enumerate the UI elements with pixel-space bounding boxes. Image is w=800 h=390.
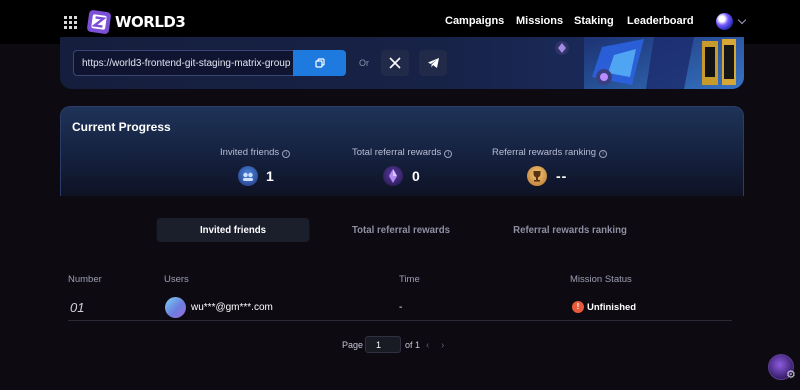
telegram-icon [427, 58, 439, 68]
logo-text: WORLD3 [115, 13, 186, 31]
world3-logo-icon [87, 10, 111, 34]
tab-invited-friends[interactable]: Invited friends [156, 218, 310, 242]
share-x-button[interactable] [381, 50, 409, 76]
info-icon[interactable]: i [599, 150, 608, 158]
previous-page-icon[interactable]: ‹ [426, 340, 429, 351]
next-page-icon[interactable]: › [441, 340, 444, 351]
nav-staking[interactable]: Staking [574, 15, 614, 27]
crystal-reward-icon [383, 166, 403, 186]
copy-link-button[interactable] [293, 50, 346, 76]
nav-campaigns[interactable]: Campaigns [445, 15, 504, 27]
page-number-input[interactable]: 1 [365, 336, 401, 353]
row-time: - [399, 302, 403, 313]
avatar [716, 13, 733, 30]
pagination-page-label: Page [342, 340, 364, 350]
tab-referral-rewards-ranking[interactable]: Referral rewards ranking [494, 218, 647, 242]
stat-label-text: Total referral rewards [352, 147, 442, 158]
copy-icon [314, 58, 325, 68]
stat-label-ranking: Referral rewards ranking i [492, 147, 608, 158]
or-separator: Or [359, 58, 369, 68]
stat-label-text: Invited friends [220, 147, 280, 158]
tab-total-referral-rewards[interactable]: Total referral rewards [325, 218, 478, 242]
total-rewards-value: 0 [412, 168, 420, 184]
info-icon[interactable]: i [282, 150, 291, 158]
column-header-users: Users [164, 274, 189, 285]
friends-icon [238, 166, 258, 186]
info-icon[interactable]: i [444, 150, 453, 158]
gear-icon[interactable]: ⚙ [786, 368, 796, 381]
column-header-mission-status: Mission Status [570, 274, 632, 285]
stat-label-text: Referral rewards ranking [492, 147, 597, 158]
user-avatar [165, 297, 186, 318]
share-telegram-button[interactable] [419, 50, 447, 76]
stat-label-invited: Invited friends i [220, 147, 291, 158]
x-logo-icon [389, 57, 401, 69]
stat-label-rewards: Total referral rewards i [352, 147, 453, 158]
progress-title: Current Progress [72, 120, 171, 134]
row-divider [68, 320, 732, 321]
warning-icon: ! [572, 301, 584, 313]
invited-friends-value: 1 [266, 168, 274, 184]
world3-logo[interactable]: WORLD3 [86, 9, 186, 35]
column-header-time: Time [399, 274, 420, 285]
trophy-icon [527, 166, 547, 186]
gem-icon [555, 41, 569, 55]
chevron-down-icon [737, 15, 747, 25]
row-user-email: wu***@gm***.com [191, 302, 273, 313]
pagination-total-label: of 1 [405, 340, 421, 350]
row-mission-status: Unfinished [587, 302, 637, 313]
nav-leaderboard[interactable]: Leaderboard [627, 15, 694, 27]
apps-grid-icon[interactable] [64, 16, 77, 29]
referral-link-input[interactable]: https://world3-frontend-git-staging-matr… [73, 50, 295, 76]
nav-missions[interactable]: Missions [516, 15, 563, 27]
user-menu[interactable] [716, 13, 747, 30]
row-number: 01 [70, 300, 85, 315]
banner-artwork [584, 37, 744, 89]
column-header-number: Number [68, 274, 102, 285]
ranking-value: -- [556, 168, 568, 184]
